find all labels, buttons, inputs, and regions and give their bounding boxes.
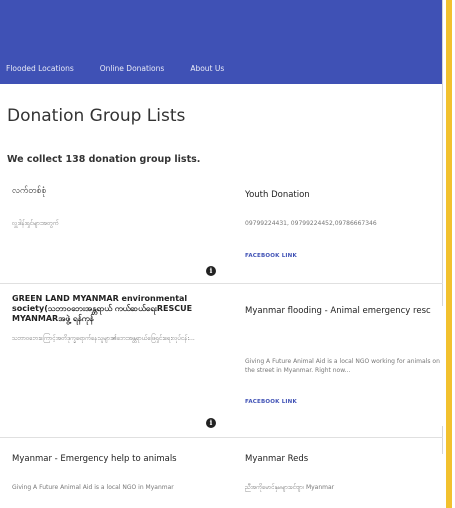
card-description: 09799224431, 09799224452,09786667346 [245, 219, 377, 227]
accent-bar [446, 0, 452, 508]
card-4[interactable]: Myanmar - Emergency help to animals Givi… [12, 454, 232, 508]
facebook-link[interactable]: FACEBOOK LINK [245, 253, 440, 259]
card-description: Giving A Future Animal Aid is a local NG… [245, 357, 440, 374]
card-3[interactable]: Myanmar flooding - Animal emergency resc… [245, 306, 443, 426]
card-description: Giving A Future Animal Aid is a local NG… [12, 483, 174, 491]
row-divider [0, 283, 443, 284]
card-description: လှူဒါန်းရှင်များအတွက် [12, 219, 59, 227]
right-edge-border [442, 0, 455, 508]
card-0[interactable]: လက်တစ်စုံ လှူဒါန်းရှင်များအတွက် [12, 186, 222, 276]
card-title: Myanmar - Emergency help to animals [12, 454, 177, 464]
card-title: GREEN LAND MYANMAR environmental society… [12, 294, 193, 323]
card-description: သဘာဝဘေးကြောင့်အတိဒုက္ခရောက်နေသူများ၏ဘေးအ… [12, 335, 195, 342]
card-2[interactable]: GREEN LAND MYANMAR environmental society… [12, 294, 232, 414]
row-divider [0, 437, 443, 438]
card-5[interactable]: Myanmar Reds ညီအကိုမောင်နှမများခင်ဗျာ၊ M… [245, 454, 443, 508]
page-title: Donation Group Lists [7, 106, 186, 126]
card-title: Youth Donation [245, 190, 310, 200]
nav-links: Flooded Locations Online Donations About… [6, 64, 250, 73]
info-icon[interactable]: i [206, 266, 216, 276]
card-description: ညီအကိုမောင်နှမများခင်ဗျာ၊ Myanmar [245, 483, 335, 491]
facebook-link[interactable]: FACEBOOK LINK [245, 399, 443, 405]
card-title: Myanmar flooding - Animal emergency resc [245, 306, 431, 316]
main-content: Donation Group Lists We collect 138 dona… [0, 84, 443, 508]
info-icon[interactable]: i [206, 418, 216, 428]
top-navbar: Flooded Locations Online Donations About… [0, 0, 443, 84]
group-count-text: We collect 138 donation group lists. [7, 154, 201, 165]
nav-flooded-locations[interactable]: Flooded Locations [6, 64, 74, 73]
card-1[interactable]: Youth Donation 09799224431, 09799224452,… [245, 190, 440, 280]
card-title: Myanmar Reds [245, 454, 309, 464]
nav-online-donations[interactable]: Online Donations [100, 64, 165, 73]
nav-about-us[interactable]: About Us [190, 64, 224, 73]
card-title: လက်တစ်စုံ [12, 186, 47, 196]
